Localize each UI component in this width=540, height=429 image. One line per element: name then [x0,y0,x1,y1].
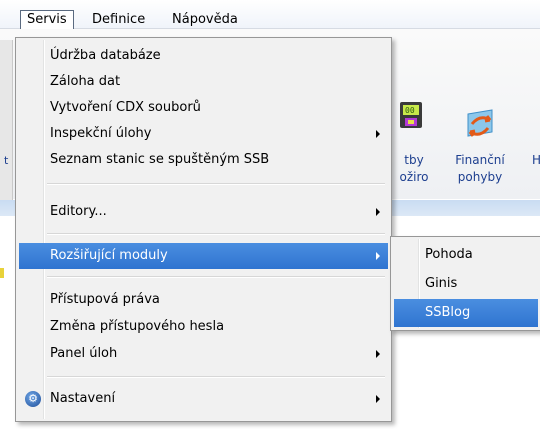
toolbar-finance-label-line1: Finanční [455,153,505,167]
menu-item-label: Inspekční úlohy [50,126,152,141]
submenu-arrow-icon [376,350,380,358]
menu-item-label: Vytvoření CDX souborů [50,100,201,115]
toolbar-payment-label-line2: ožiro [399,170,429,184]
menu-item-zmena-hesla[interactable]: Změna přístupového hesla [19,314,388,340]
workspace-marker [0,268,4,278]
menu-separator [47,376,385,378]
menu-item-label: Seznam stanic se spuštěným SSB [50,152,270,167]
left-panel-edge [0,40,13,200]
menu-item-inspekcni-ulohy[interactable]: Inspekční úlohy [19,121,388,147]
menubar-napoveda[interactable]: Nápověda [166,10,244,30]
menu-item-label: Rozšiřující moduly [50,248,168,263]
menu-bar: Servis Definice Nápověda [0,0,540,32]
svg-text:00: 00 [405,106,415,115]
menu-item-nastaveni[interactable]: ⚙ Nastavení [19,386,388,412]
servis-dropdown-menu: Údržba databáze Záloha dat Vytvoření CDX… [15,37,392,422]
toolbar-finance-label[interactable]: Finanční pohyby [450,152,510,186]
menu-item-label: Editory... [50,204,107,219]
menu-separator [47,276,385,278]
submenu-item-ssblog[interactable]: SSBlog [394,299,538,327]
payment-icon[interactable]: 00 [396,100,426,130]
menu-item-seznam-stanic[interactable]: Seznam stanic se spuštěným SSB [19,147,388,173]
toolbar-partial-label: H [532,153,540,167]
menu-item-label: Přístupová práva [50,292,160,307]
submenu-arrow-icon [376,395,380,403]
menu-item-vytvoreni-cdx[interactable]: Vytvoření CDX souborů [19,95,388,121]
menu-item-editory[interactable]: Editory... [19,199,388,225]
menu-item-pristupova-prava[interactable]: Přístupová práva [19,287,388,313]
finance-arrows-icon[interactable] [462,106,498,146]
submenu-item-pohoda[interactable]: Pohoda [394,241,538,269]
menu-item-label: Záloha dat [50,74,121,89]
menu-item-label: Panel úloh [50,346,118,361]
toolbar-left-partial-label: t [4,154,9,167]
submenu-item-ginis[interactable]: Ginis [394,270,538,298]
menu-item-label: Údržba databáze [50,48,161,63]
menu-item-label: Změna přístupového hesla [50,319,225,334]
menu-item-panel-uloh[interactable]: Panel úloh [19,341,388,367]
menubar-definice[interactable]: Definice [86,10,151,30]
menu-separator [47,183,385,185]
menu-item-zaloha-dat[interactable]: Záloha dat [19,69,388,95]
menu-separator [47,233,385,235]
submenu-arrow-icon [376,208,380,216]
submenu-arrow-icon [376,252,380,260]
submenu-item-label: Pohoda [425,247,473,262]
submenu-arrow-icon [376,130,380,138]
menu-item-udrzba-databaze[interactable]: Údržba databáze [19,43,388,69]
submenu-item-label: Ginis [425,276,458,291]
toolbar-finance-label-line2: pohyby [457,170,503,184]
menu-item-rozsirujici-moduly[interactable]: Rozšiřující moduly [19,243,388,269]
menu-item-label: Nastavení [50,391,116,406]
submenu-item-label: SSBlog [425,305,471,320]
toolbar-payment-label[interactable]: tby ožiro [394,152,434,186]
toolbar-payment-label-line1: tby [404,153,424,167]
gear-icon: ⚙ [25,391,41,407]
rozsirujici-moduly-submenu: Pohoda Ginis SSBlog [390,236,540,331]
